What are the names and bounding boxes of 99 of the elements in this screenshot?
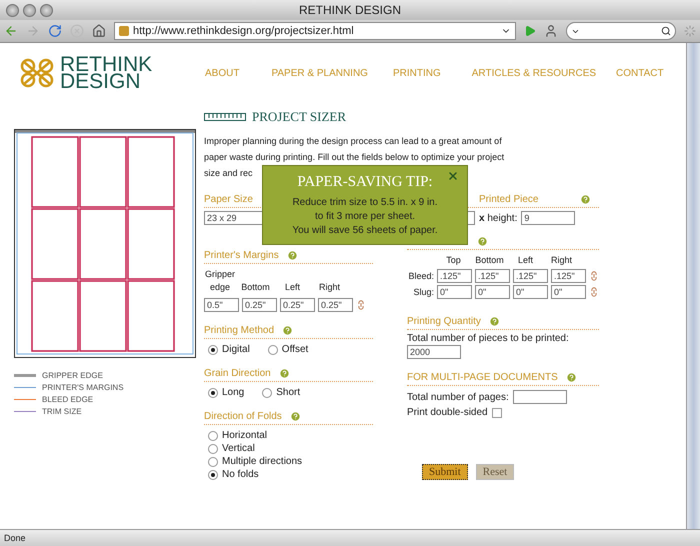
column-label: Bottom	[474, 254, 505, 267]
height-label: x height:	[479, 212, 518, 224]
section-heading: Direction of Folds	[204, 410, 282, 422]
bleed-field[interactable]: .125"	[437, 269, 472, 283]
section-heading: Printed Piece	[479, 194, 538, 204]
search-field[interactable]	[566, 22, 676, 40]
radio-button[interactable]	[208, 470, 218, 480]
pages-field[interactable]	[512, 390, 567, 404]
margin-field[interactable]: 0.5"	[204, 298, 239, 312]
radio-option[interactable]: Short	[262, 387, 300, 398]
tip-title: PAPER-SAVING TIP:	[297, 174, 433, 191]
section-heading: Printer's Margins	[204, 250, 279, 260]
field-label: Print double-sided	[407, 407, 488, 418]
bleed-field[interactable]: .125"	[551, 269, 586, 283]
intro-text: size and rec	[204, 167, 253, 180]
help-icon[interactable]	[286, 250, 298, 260]
section-heading: Printing Quantity	[407, 316, 481, 326]
column-label: Top	[445, 254, 462, 267]
quantity-field[interactable]: 2000	[407, 345, 461, 359]
help-icon[interactable]	[477, 236, 488, 246]
radio-option[interactable]: Multiple directions	[208, 456, 373, 467]
window-controls-icon[interactable]	[6, 4, 53, 17]
column-label: Left	[516, 254, 534, 267]
column-label: Right	[550, 254, 573, 267]
radio-button[interactable]	[262, 388, 272, 398]
row-label: Slug:	[412, 287, 434, 297]
logo-icon	[18, 56, 56, 90]
legend-label: BLEED EDGE	[42, 395, 94, 404]
radio-option[interactable]: Digital	[208, 344, 250, 355]
margin-field[interactable]: 0.25"	[280, 298, 315, 312]
reload-icon[interactable]	[48, 24, 62, 38]
home-icon[interactable]	[92, 24, 106, 38]
logo-text: RETHINK	[60, 56, 152, 73]
logo-text: DESIGN	[60, 73, 141, 90]
column-label: Right	[318, 281, 341, 294]
bleed-field[interactable]: 0"	[437, 285, 472, 299]
height-field[interactable]: 9	[521, 211, 576, 225]
help-icon[interactable]	[488, 316, 500, 326]
section-heading: Paper Size	[204, 194, 253, 204]
legend-label: TRIM SIZE	[42, 407, 82, 416]
submit-button[interactable]: Submit	[422, 464, 468, 480]
column-label: Left	[284, 281, 301, 294]
chain-icon[interactable]	[589, 287, 599, 297]
radio-option[interactable]: No folds	[208, 469, 373, 480]
spinner-icon	[684, 25, 696, 37]
bleed-field[interactable]: 0"	[513, 285, 548, 299]
bleed-field[interactable]: 0"	[551, 285, 586, 299]
chain-icon[interactable]	[356, 300, 366, 310]
scrollbar[interactable]	[686, 43, 700, 529]
field-label: Total number of pages:	[407, 392, 509, 402]
radio-button[interactable]	[208, 444, 218, 454]
row-label: Bleed:	[407, 271, 434, 281]
radio-button[interactable]	[208, 344, 218, 354]
intro-text: paper waste during printing. Fill out the fields below to optimize your project	[204, 151, 504, 164]
legend-label: PRINTER'S MARGINS	[42, 383, 124, 392]
help-icon[interactable]	[290, 410, 301, 422]
status-text: Done	[4, 533, 26, 543]
legend-label: GRIPPER EDGE	[42, 371, 103, 380]
bleed-field[interactable]: .125"	[475, 269, 510, 283]
help-icon[interactable]	[580, 194, 592, 204]
person-icon[interactable]	[544, 24, 558, 38]
help-icon[interactable]	[566, 372, 577, 382]
column-label: Bottom	[240, 281, 271, 294]
intro-text: Improper planning during the design process can lead to a great amount of	[204, 135, 502, 148]
window-title: RETHINK DESIGN	[298, 3, 401, 17]
search-icon[interactable]	[661, 26, 671, 36]
page-title: PROJECT SIZER	[252, 109, 346, 125]
chain-icon[interactable]	[589, 271, 599, 281]
radio-button[interactable]	[208, 456, 218, 466]
reset-button[interactable]: Reset	[476, 464, 514, 480]
forward-icon[interactable]	[26, 24, 40, 38]
ruler-icon	[204, 113, 246, 121]
radio-option[interactable]: Vertical	[208, 443, 373, 454]
site-icon	[119, 26, 129, 36]
help-icon[interactable]	[282, 324, 294, 336]
checkbox[interactable]	[492, 408, 502, 418]
margin-field[interactable]: 0.25"	[242, 298, 277, 312]
radio-button[interactable]	[208, 388, 218, 398]
bleed-field[interactable]: .125"	[513, 269, 548, 283]
tip-text: Reduce trim size to 5.5 in. x 9 in.	[292, 196, 438, 210]
bleed-field[interactable]: 0"	[475, 285, 510, 299]
radio-button[interactable]	[268, 344, 278, 354]
go-icon[interactable]	[524, 25, 536, 37]
radio-option[interactable]: Long	[208, 387, 244, 398]
close-icon[interactable]	[447, 170, 459, 182]
section-heading: Printing Method	[204, 324, 274, 336]
column-label: Gripper edge	[204, 268, 236, 294]
address-bar[interactable]: http://www.rethinkdesign.org/projectsizer.html	[114, 22, 516, 40]
field-label: Total number of pieces to be printed:	[407, 333, 570, 344]
section-heading: Grain Direction	[204, 368, 271, 378]
help-icon[interactable]	[278, 368, 290, 378]
section-heading: FOR MULTI-PAGE DOCUMENTS	[407, 372, 558, 382]
back-icon[interactable]	[4, 24, 18, 38]
radio-button[interactable]	[208, 430, 218, 440]
radio-option[interactable]: Horizontal	[208, 430, 373, 441]
radio-option[interactable]: Offset	[268, 344, 308, 355]
tip-text: to fit 3 more per sheet.	[314, 210, 416, 224]
margin-field[interactable]: 0.25"	[318, 298, 353, 312]
tip-text: You will save 56 sheets of paper.	[292, 224, 438, 238]
